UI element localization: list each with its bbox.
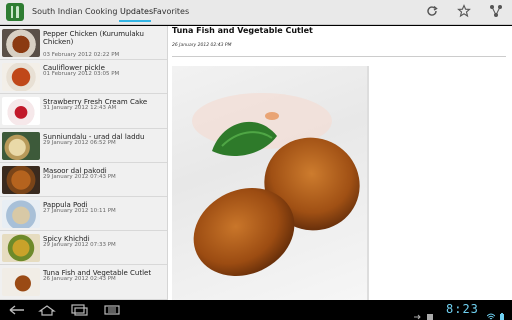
wifi-icon bbox=[486, 306, 496, 320]
recipe-thumbnail bbox=[2, 63, 40, 92]
recipe-detail: Tuna Fish and Vegetable Cutlet 26 Januar… bbox=[168, 26, 512, 300]
list-item[interactable]: Tuna Fish and Vegetable Cutlet 26 Januar… bbox=[0, 265, 167, 300]
list-item[interactable]: Pappula Podi 27 January 2012 10:11 PM bbox=[0, 197, 167, 232]
action-bar: South Indian Cooking Updates Favorites bbox=[0, 0, 512, 25]
battery-icon bbox=[498, 306, 506, 320]
back-icon[interactable] bbox=[8, 304, 26, 316]
list-item[interactable]: Sunniundalu - urad dal laddu 29 January … bbox=[0, 129, 167, 163]
recipe-thumbnail bbox=[2, 97, 40, 126]
list-item-date: 29 January 2012 07:33 PM bbox=[43, 242, 116, 249]
recipe-photo bbox=[172, 66, 368, 300]
recent-apps-icon[interactable] bbox=[70, 304, 88, 316]
detail-title: Tuna Fish and Vegetable Cutlet bbox=[172, 26, 313, 35]
active-tab-indicator bbox=[119, 20, 151, 22]
tab-favorites[interactable]: Favorites bbox=[153, 7, 189, 16]
menu-icon[interactable] bbox=[103, 304, 121, 316]
home-icon[interactable] bbox=[38, 304, 56, 316]
status-clock: 8:23 bbox=[446, 302, 479, 316]
list-item[interactable]: Pepper Chicken (Kurumulaku Chicken) 03 F… bbox=[0, 26, 167, 61]
app-logo-icon[interactable] bbox=[6, 3, 24, 21]
refresh-icon[interactable] bbox=[424, 4, 440, 20]
tab-updates[interactable]: Updates bbox=[120, 7, 153, 16]
list-item-title: Pepper Chicken (Kurumulaku Chicken) bbox=[43, 30, 144, 46]
recipe-thumbnail bbox=[2, 131, 40, 160]
list-item-date: 29 January 2012 07:43 PM bbox=[43, 173, 116, 180]
notification-icon bbox=[426, 306, 434, 320]
list-item-date: 03 February 2012 02:22 PM bbox=[43, 52, 120, 58]
list-item-date: 31 January 2012 12:43 AM bbox=[43, 105, 117, 112]
list-item[interactable]: Cauliflower pickle 01 February 2012 03:0… bbox=[0, 60, 167, 95]
list-item-date: 27 January 2012 10:11 PM bbox=[43, 207, 116, 214]
recipe-thumbnail bbox=[2, 165, 40, 194]
recipe-list[interactable]: Pepper Chicken (Kurumulaku Chicken) 03 F… bbox=[0, 26, 168, 300]
star-icon[interactable] bbox=[456, 4, 472, 20]
list-item-date: 29 January 2012 06:52 PM bbox=[43, 139, 116, 146]
recipe-thumbnail bbox=[2, 199, 40, 228]
list-item[interactable]: Strawberry Fresh Cream Cake 31 January 2… bbox=[0, 94, 167, 129]
list-item-date: 26 January 2012 02:43 PM bbox=[43, 276, 116, 283]
list-item-date: 01 February 2012 03:05 PM bbox=[43, 71, 120, 78]
divider bbox=[172, 56, 506, 57]
list-item[interactable]: Masoor dal pakodi 29 January 2012 07:43 … bbox=[0, 163, 167, 197]
recipe-thumbnail bbox=[2, 234, 40, 263]
detail-date: 26 January 2012 02:43 PM bbox=[172, 43, 232, 48]
system-nav-bar: 8:23 bbox=[0, 300, 512, 320]
share-icon[interactable] bbox=[488, 4, 504, 20]
app-title: South Indian Cooking bbox=[32, 7, 118, 16]
recipe-thumbnail bbox=[2, 29, 40, 57]
list-item[interactable]: Spicy Khichdi 29 January 2012 07:33 PM bbox=[0, 231, 167, 266]
usb-icon bbox=[413, 306, 421, 320]
recipe-thumbnail bbox=[2, 268, 40, 297]
photo-edge bbox=[367, 66, 369, 300]
